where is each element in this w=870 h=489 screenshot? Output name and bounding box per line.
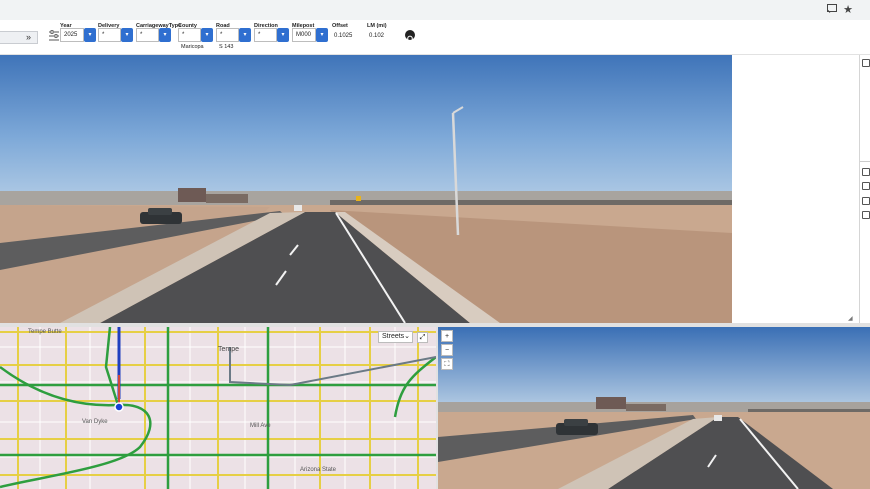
road-scene-image (0, 55, 732, 323)
delivery-select[interactable]: * (98, 28, 121, 42)
fullscreen-icon[interactable] (862, 182, 870, 190)
filter-toolbar: » Year 2025 ▾ Delivery * ▾ CarriagewayTy… (0, 20, 870, 55)
refresh-icon[interactable] (405, 30, 415, 40)
toolbar-divider (860, 161, 870, 162)
bookmark-star-icon[interactable]: ★ (841, 3, 855, 17)
zoom-in-button[interactable]: + (441, 330, 453, 342)
camera-icon[interactable] (862, 168, 870, 176)
map-area-label: Arizona State (300, 467, 337, 473)
map-area-label: Tempe Butte (28, 329, 62, 335)
right-toolbar (859, 55, 870, 323)
lm-value: 0.102 (369, 33, 385, 39)
secondary-road-scene-image (438, 327, 870, 489)
map-area-label: Van Dyke (82, 419, 108, 425)
year-select[interactable]: 2025 (60, 28, 84, 42)
expand-map-icon[interactable]: ⤢ (417, 332, 428, 343)
delivery-dropdown-button[interactable]: ▾ (121, 28, 133, 42)
county-dropdown-button[interactable]: ▾ (201, 28, 213, 42)
county-select[interactable]: * (178, 28, 201, 42)
right-info-panel (732, 55, 854, 323)
collapse-panel-button[interactable]: » (0, 31, 38, 44)
layers-icon[interactable] (862, 59, 870, 67)
road-select[interactable]: * (216, 28, 239, 42)
offset-label: Offset (332, 23, 348, 29)
county-current-value: Maricopa (181, 44, 204, 50)
basemap-select-value: Streets (382, 333, 405, 340)
carriageway-dropdown-button[interactable]: ▾ (159, 28, 171, 42)
map-area-label: Mill Ave (250, 423, 271, 429)
map-panel[interactable]: Tempe Tempe Butte Van Dyke Mill Ave Ariz… (0, 327, 436, 489)
main-photolog-viewer[interactable] (0, 55, 732, 323)
direction-dropdown-button[interactable]: ▾ (277, 28, 289, 42)
zoom-out-button[interactable]: − (441, 344, 453, 356)
settings-sliders-icon[interactable] (862, 211, 870, 219)
road-dropdown-button[interactable]: ▾ (239, 28, 251, 42)
cast-icon[interactable] (825, 3, 839, 17)
lm-label: LM (mi) (367, 23, 387, 29)
resize-handle-icon[interactable]: ◢ (848, 316, 854, 322)
map-city-label: Tempe (218, 346, 240, 353)
secondary-photolog-viewer[interactable]: + − ⛶ (438, 327, 870, 489)
chart-icon[interactable] (862, 197, 870, 205)
browser-top-bar: ★ (0, 0, 870, 21)
filter-icon[interactable] (49, 30, 59, 42)
milepost-dropdown-button[interactable]: ▾ (316, 28, 328, 42)
milepost-select[interactable]: M000 (292, 28, 316, 42)
chevron-down-icon: ⌄ (404, 333, 410, 340)
direction-select[interactable]: * (254, 28, 277, 42)
offset-value: 0.1025 (334, 33, 353, 39)
carriageway-select[interactable]: * (136, 28, 159, 42)
road-current-value: S 143 (219, 44, 234, 50)
year-dropdown-button[interactable]: ▾ (84, 28, 96, 42)
basemap-select[interactable]: Streets ⌄ (378, 331, 413, 343)
fullscreen-icon[interactable]: ⛶ (441, 358, 453, 370)
